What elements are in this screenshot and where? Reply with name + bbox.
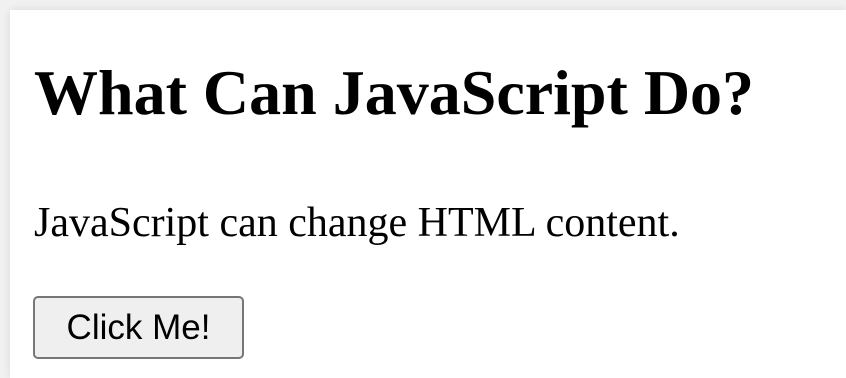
click-me-button[interactable]: Click Me! xyxy=(33,296,244,359)
demo-paragraph: JavaScript can change HTML content. xyxy=(34,200,680,246)
browser-viewport: What Can JavaScript Do? JavaScript can c… xyxy=(10,10,846,378)
page-heading: What Can JavaScript Do? xyxy=(34,57,755,128)
